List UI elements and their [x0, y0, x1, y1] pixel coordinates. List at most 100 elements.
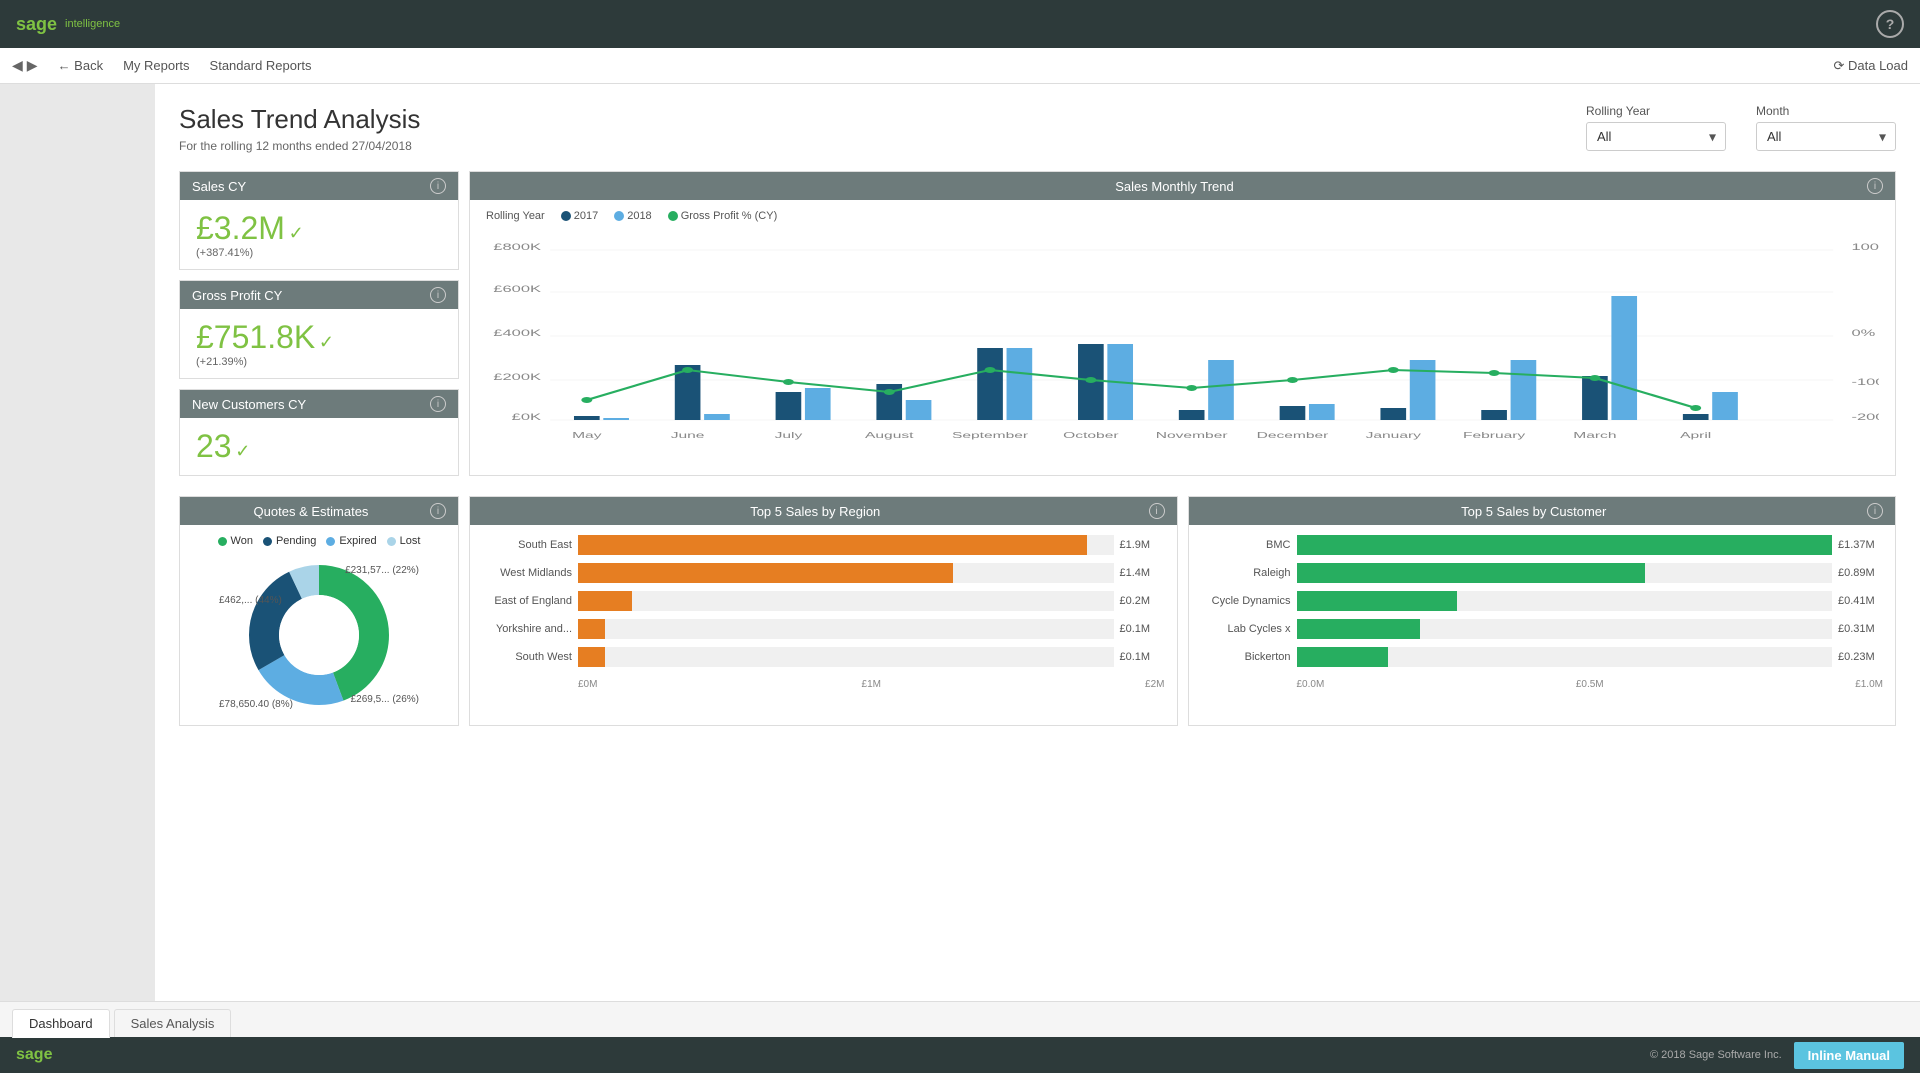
- customer-label-2: Raleigh: [1201, 567, 1291, 579]
- data-load-button[interactable]: ⟳ Data Load: [1834, 58, 1909, 74]
- sales-cy-body: £3.2M ✓ (+387.41%): [180, 200, 458, 269]
- svg-text:£200K: £200K: [493, 372, 541, 382]
- chart-legend: Rolling Year 2017 2018 Gross Profit % (C…: [486, 210, 1879, 222]
- donut-label-expired: £231,57... (22%): [345, 565, 419, 576]
- gross-profit-cy-header: Gross Profit CY i: [180, 281, 458, 309]
- region-label-1: South East: [482, 539, 572, 551]
- month-select[interactable]: All: [1756, 122, 1896, 151]
- sales-cy-header: Sales CY i: [180, 172, 458, 200]
- legend-pending-dot: [263, 537, 272, 546]
- nav-next[interactable]: ▶: [27, 57, 38, 74]
- svg-text:January: January: [1366, 431, 1422, 440]
- back-button[interactable]: ← Back: [58, 58, 104, 73]
- legend-2017-dot: [561, 211, 571, 221]
- region-track-4: [578, 619, 1114, 639]
- new-customers-cy-info[interactable]: i: [430, 396, 446, 412]
- customer-fill-4: [1297, 619, 1420, 639]
- svg-text:September: September: [952, 431, 1028, 440]
- sales-value: £3.2M: [196, 210, 285, 246]
- sub-nav-left: ◀ ▶ ← Back My Reports Standard Reports: [12, 57, 311, 74]
- customer-track-2: [1297, 563, 1833, 583]
- svg-text:October: October: [1063, 431, 1118, 440]
- rolling-year-select[interactable]: All: [1586, 122, 1726, 151]
- legend-pending: Pending: [263, 535, 316, 547]
- nav-prev[interactable]: ◀: [12, 57, 23, 74]
- new-customers-cy-title: New Customers CY: [192, 397, 306, 412]
- customer-track-4: [1297, 619, 1833, 639]
- gross-profit-cy-body: £751.8K ✓ (+21.39%): [180, 309, 458, 378]
- title-left: Sales Trend Analysis For the rolling 12 …: [179, 104, 420, 153]
- legend-gp: Gross Profit % (CY): [668, 210, 778, 222]
- gross-profit-cy-info[interactable]: i: [430, 287, 446, 303]
- region-label-3: East of England: [482, 595, 572, 607]
- customer-row-1: BMC £1.37M: [1201, 535, 1884, 555]
- sales-chart-info[interactable]: i: [1867, 178, 1883, 194]
- region-row-3: East of England £0.2M: [482, 591, 1165, 611]
- my-reports-link[interactable]: My Reports: [123, 58, 189, 73]
- tabs-bar: Dashboard Sales Analysis: [0, 1001, 1920, 1037]
- donut-legend: Won Pending Expired Lost: [218, 535, 421, 547]
- sage-logo: sage: [16, 14, 57, 35]
- legend-2018-dot: [614, 211, 624, 221]
- customer-fill-2: [1297, 563, 1645, 583]
- svg-text:December: December: [1257, 431, 1329, 440]
- legend-lost-dot: [387, 537, 396, 546]
- monthly-trend-svg: £800K £600K £400K £200K £0K 100% 0% -100…: [486, 230, 1879, 450]
- month-label: Month: [1756, 104, 1789, 118]
- help-button[interactable]: ?: [1876, 10, 1904, 38]
- svg-text:£0K: £0K: [512, 412, 541, 422]
- customer-label-1: BMC: [1201, 539, 1291, 551]
- standard-reports-link[interactable]: Standard Reports: [210, 58, 312, 73]
- inline-manual-button[interactable]: Inline Manual: [1794, 1042, 1904, 1069]
- nav-arrows: ◀ ▶: [12, 57, 38, 74]
- customer-fill-3: [1297, 591, 1458, 611]
- region-fill-1: [578, 535, 1087, 555]
- customer-axis-0: £0.0M: [1297, 679, 1325, 690]
- svg-text:£600K: £600K: [493, 284, 541, 294]
- page-title: Sales Trend Analysis: [179, 104, 420, 135]
- region-axis: £0M £1M £2M: [482, 675, 1165, 690]
- region-fill-2: [578, 563, 953, 583]
- month-select-wrapper[interactable]: All: [1756, 122, 1896, 151]
- quotes-title: Quotes & Estimates: [192, 504, 430, 519]
- legend-won-label: Won: [231, 535, 253, 547]
- gross-profit-cy-title: Gross Profit CY: [192, 288, 282, 303]
- svg-text:£800K: £800K: [493, 242, 541, 252]
- top5-region-info[interactable]: i: [1149, 503, 1165, 519]
- tab-sales-analysis[interactable]: Sales Analysis: [114, 1009, 232, 1037]
- top5-region-title: Top 5 Sales by Region: [482, 504, 1149, 519]
- legend-expired-dot: [326, 537, 335, 546]
- top5-customer-card: Top 5 Sales by Customer i BMC £1.37M Ral: [1188, 496, 1897, 726]
- top5-customer-header: Top 5 Sales by Customer i: [1189, 497, 1896, 525]
- tab-dashboard[interactable]: Dashboard: [12, 1009, 110, 1038]
- title-section: Sales Trend Analysis For the rolling 12 …: [179, 104, 1896, 153]
- svg-text:April: April: [1680, 431, 1711, 440]
- legend-expired-label: Expired: [339, 535, 376, 547]
- region-track-2: [578, 563, 1114, 583]
- new-customers-value: 23: [196, 428, 232, 464]
- top5-region-card: Top 5 Sales by Region i South East £1.9M: [469, 496, 1178, 726]
- region-label-5: South West: [482, 651, 572, 663]
- footer-copyright: © 2018 Sage Software Inc.: [1650, 1049, 1782, 1061]
- svg-text:June: June: [671, 431, 705, 440]
- region-axis-2: £2M: [1145, 679, 1164, 690]
- svg-text:July: July: [775, 431, 804, 440]
- region-fill-5: [578, 647, 605, 667]
- dashboard-grid: Sales CY i £3.2M ✓ (+387.41%) Gross Pr: [179, 171, 1896, 486]
- customer-row-2: Raleigh £0.89M: [1201, 563, 1884, 583]
- new-customers-checkmark: ✓: [235, 441, 250, 461]
- rolling-year-select-wrapper[interactable]: All: [1586, 122, 1726, 151]
- sales-cy-card: Sales CY i £3.2M ✓ (+387.41%): [179, 171, 459, 270]
- customer-track-5: [1297, 647, 1833, 667]
- top5-customer-info[interactable]: i: [1867, 503, 1883, 519]
- sales-cy-info[interactable]: i: [430, 178, 446, 194]
- new-customers-cy-card: New Customers CY i 23 ✓: [179, 389, 459, 476]
- customer-axis-2: £1.0M: [1855, 679, 1883, 690]
- region-val-4: £0.1M: [1120, 623, 1165, 635]
- svg-text:-100%: -100%: [1852, 377, 1879, 387]
- legend-won: Won: [218, 535, 253, 547]
- page-subtitle: For the rolling 12 months ended 27/04/20…: [179, 139, 420, 153]
- legend-expired: Expired: [326, 535, 376, 547]
- quotes-info[interactable]: i: [430, 503, 446, 519]
- region-row-1: South East £1.9M: [482, 535, 1165, 555]
